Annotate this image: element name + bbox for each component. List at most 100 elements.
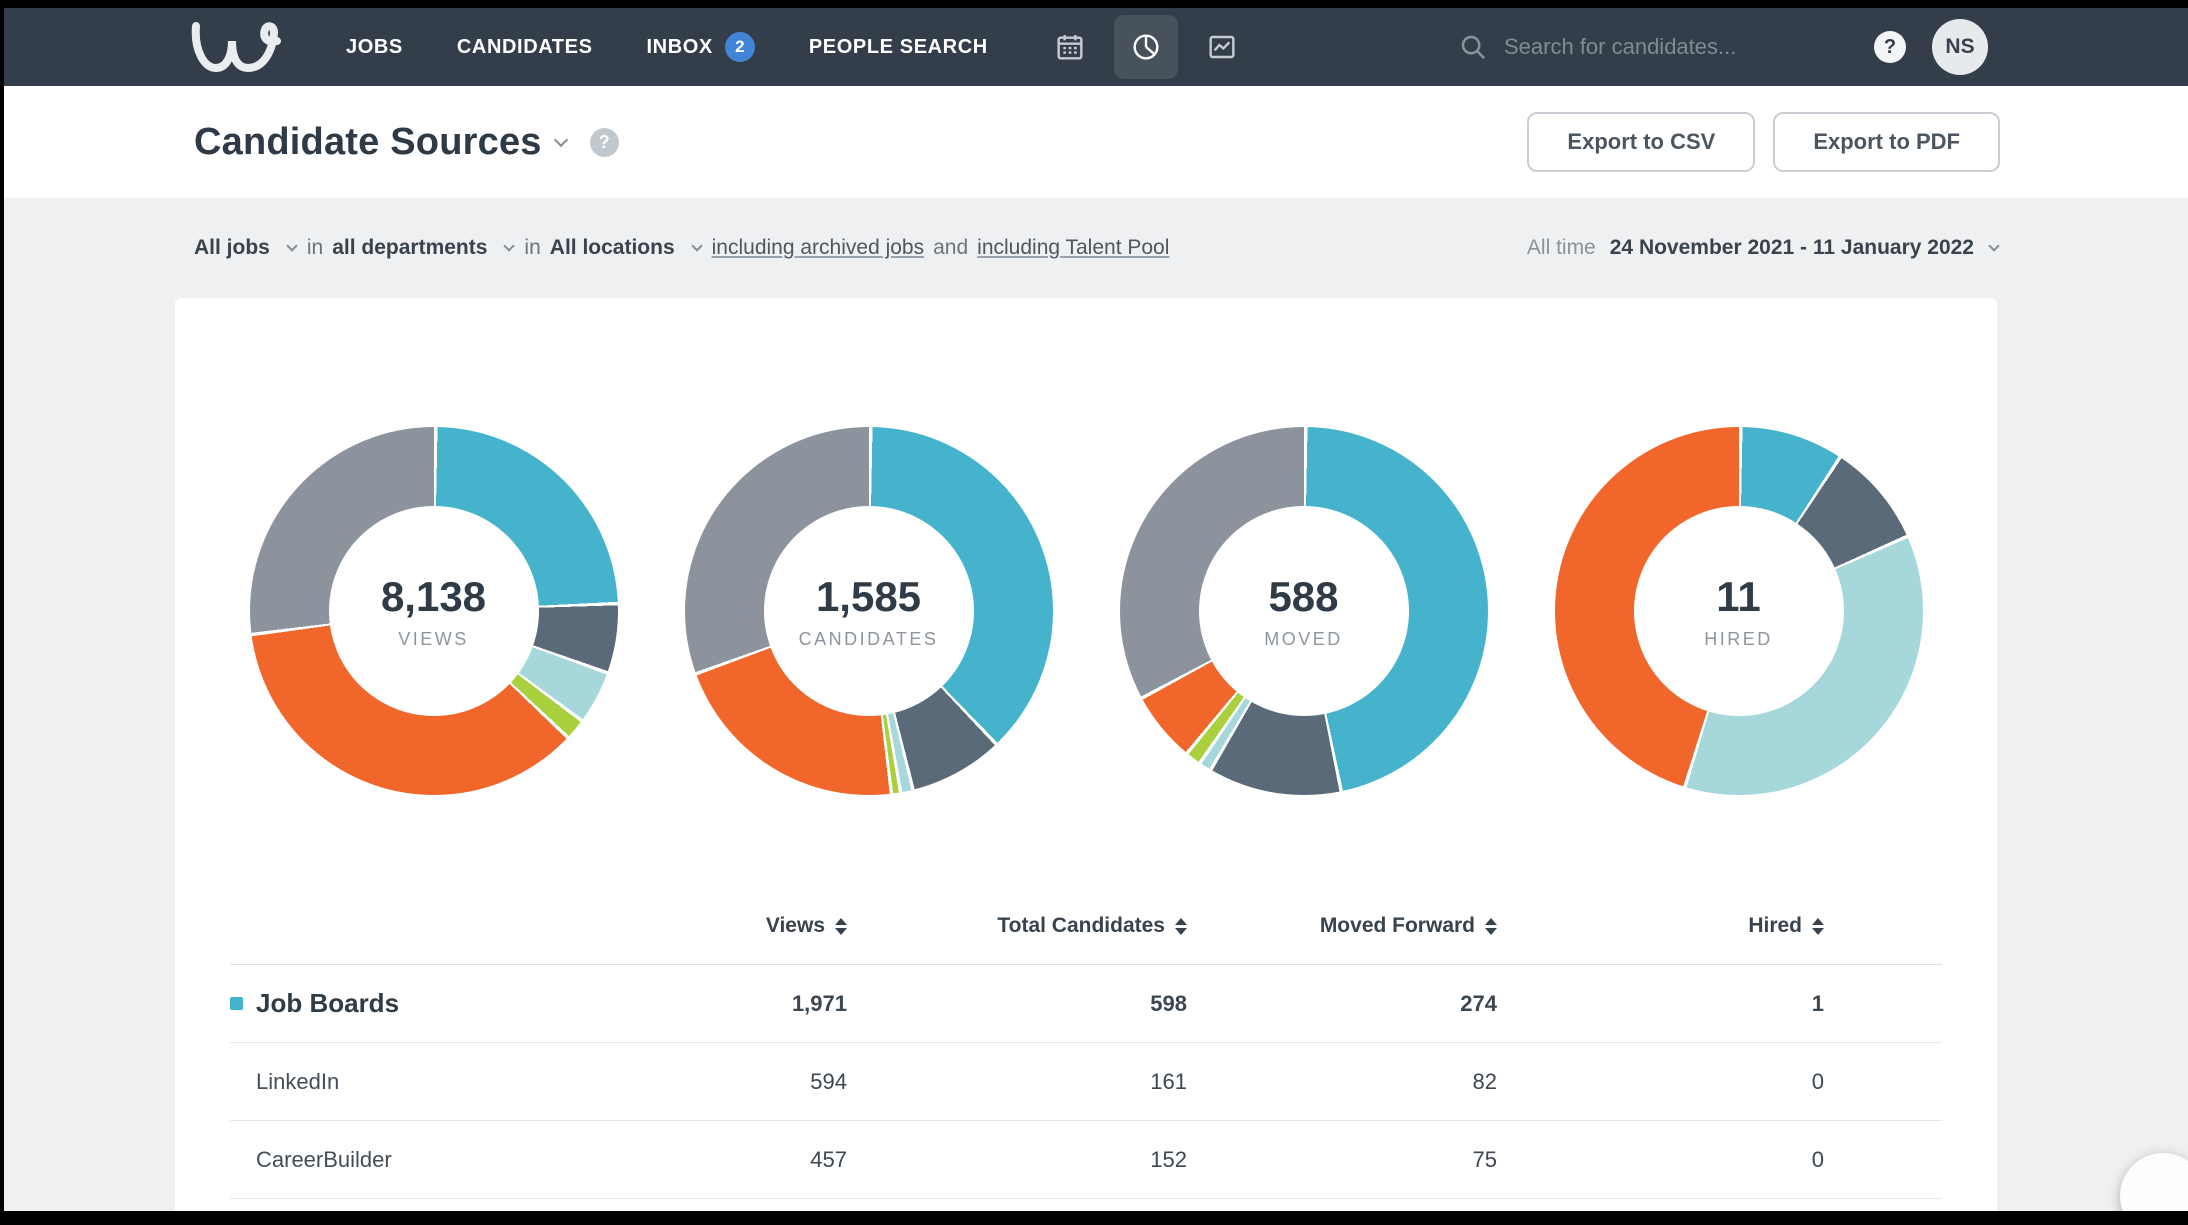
sort-icon	[1175, 918, 1187, 935]
top-navigation-bar: JOBS CANDIDATES INBOX 2 PEOPLE SEARCH	[4, 8, 2188, 86]
nav-item-people-search[interactable]: PEOPLE SEARCH	[809, 36, 988, 59]
archived-jobs-link[interactable]: including archived jobs	[712, 236, 924, 260]
views-value: 594	[477, 1069, 847, 1095]
views-header-label: Views	[766, 914, 825, 938]
table-header-row: Views Total Candidates Moved Forward Hir…	[230, 888, 1942, 965]
views-value: 1,971	[477, 991, 847, 1017]
nav-menu: JOBS CANDIDATES INBOX 2 PEOPLE SEARCH	[346, 32, 988, 62]
source-name-cell: CareerBuilder	[230, 1147, 477, 1173]
moved-forward-value: 274	[1187, 991, 1497, 1017]
moved-forward-value: 75	[1187, 1147, 1497, 1173]
report-card: 8,138 VIEWS 1,585 CANDIDATES 588 MOVED	[175, 298, 1997, 1211]
candidates-metric-label: CANDIDATES	[799, 629, 939, 650]
trends-chart-icon[interactable]	[1190, 15, 1254, 79]
views-donut-center: 8,138 VIEWS	[329, 506, 539, 716]
table-row-linkedin[interactable]: LinkedIn 594 161 82 0	[230, 1043, 1942, 1121]
jobs-chevron-down-icon[interactable]	[286, 240, 297, 251]
global-search	[1458, 32, 1834, 62]
moved-donut-center: 588 MOVED	[1199, 506, 1409, 716]
talent-pool-link[interactable]: including Talent Pool	[977, 236, 1169, 260]
date-range-chevron-down-icon[interactable]	[1988, 240, 1999, 251]
views-donut-chart[interactable]: 8,138 VIEWS	[250, 427, 618, 795]
search-input[interactable]	[1504, 34, 1834, 60]
hired-value: 0	[1497, 1069, 1824, 1095]
nav-item-candidates[interactable]: CANDIDATES	[457, 36, 593, 59]
hired-total: 11	[1716, 573, 1760, 621]
filter-all-jobs[interactable]: All jobs	[194, 236, 270, 260]
avatar[interactable]: NS	[1932, 19, 1988, 75]
filter-departments[interactable]: all departments	[332, 236, 487, 260]
hired-value: 0	[1497, 1147, 1824, 1173]
sort-icon	[1812, 918, 1824, 935]
views-column-header[interactable]: Views	[477, 914, 847, 938]
locations-chevron-down-icon[interactable]	[691, 240, 702, 251]
filter-conjunction: and	[933, 236, 968, 260]
candidates-donut-chart[interactable]: 1,585 CANDIDATES	[685, 427, 1053, 795]
help-glyph: ?	[1884, 36, 1896, 59]
candidates-donut-center: 1,585 CANDIDATES	[764, 506, 974, 716]
total-candidates-header-label: Total Candidates	[997, 914, 1165, 938]
calendar-icon[interactable]	[1038, 15, 1102, 79]
source-group-name[interactable]: Job Boards	[256, 988, 399, 1019]
export-buttons: Export to CSV Export to PDF	[1527, 112, 2000, 172]
total-candidates-column-header[interactable]: Total Candidates	[847, 914, 1187, 938]
date-range-preset: All time	[1527, 236, 1596, 260]
moved-donut-chart[interactable]: 588 MOVED	[1120, 427, 1488, 795]
title-chevron-down-icon[interactable]	[554, 133, 568, 147]
moved-forward-header-label: Moved Forward	[1320, 914, 1475, 938]
page-header: Candidate Sources ? Export to CSV Export…	[4, 86, 2188, 198]
nav-item-jobs[interactable]: JOBS	[346, 36, 403, 59]
browser-viewport: JOBS CANDIDATES INBOX 2 PEOPLE SEARCH	[4, 8, 2188, 1211]
donut-chart-row: 8,138 VIEWS 1,585 CANDIDATES 588 MOVED	[175, 298, 1997, 795]
app-window: JOBS CANDIDATES INBOX 2 PEOPLE SEARCH	[0, 0, 2188, 1225]
hired-value: 1	[1497, 991, 1824, 1017]
job-boards-legend-swatch	[230, 997, 243, 1010]
inbox-count-badge: 2	[725, 32, 755, 62]
moved-total: 588	[1268, 573, 1338, 621]
export-pdf-button[interactable]: Export to PDF	[1773, 112, 2000, 172]
departments-chevron-down-icon[interactable]	[504, 240, 515, 251]
export-csv-button[interactable]: Export to CSV	[1527, 112, 1755, 172]
source-name[interactable]: LinkedIn	[230, 1069, 339, 1095]
views-metric-label: VIEWS	[398, 629, 469, 650]
table-row-partial[interactable]: Indeed 455 145 76 0	[230, 1199, 1942, 1211]
filter-bar: All jobs in all departments in All locat…	[4, 198, 2188, 298]
report-help-icon[interactable]: ?	[590, 128, 619, 157]
hired-donut-center: 11 HIRED	[1634, 506, 1844, 716]
filter-conjunction: in	[307, 236, 323, 260]
filter-locations[interactable]: All locations	[550, 236, 675, 260]
sources-table: Views Total Candidates Moved Forward Hir…	[230, 888, 1942, 1211]
moved-forward-column-header[interactable]: Moved Forward	[1187, 914, 1497, 938]
views-total: 8,138	[381, 573, 486, 621]
sort-icon	[1485, 918, 1497, 935]
total-candidates-value: 161	[847, 1069, 1187, 1095]
help-icon[interactable]: ?	[1874, 31, 1906, 63]
report-help-glyph: ?	[599, 132, 610, 153]
nav-candidates-label: CANDIDATES	[457, 36, 593, 59]
nav-icon-group	[1038, 15, 1254, 79]
search-icon	[1458, 32, 1488, 62]
moved-metric-label: MOVED	[1264, 629, 1343, 650]
hired-header-label: Hired	[1748, 914, 1802, 938]
nav-item-inbox[interactable]: INBOX 2	[647, 32, 755, 62]
views-value: 457	[477, 1147, 847, 1173]
total-candidates-value: 152	[847, 1147, 1187, 1173]
scope-filters: All jobs in all departments in All locat…	[194, 236, 1169, 260]
nav-people-search-label: PEOPLE SEARCH	[809, 36, 988, 59]
hired-column-header[interactable]: Hired	[1497, 914, 1824, 938]
nav-jobs-label: JOBS	[346, 36, 403, 59]
hired-donut-chart[interactable]: 11 HIRED	[1555, 427, 1923, 795]
avatar-initials: NS	[1945, 35, 1974, 59]
candidates-total: 1,585	[816, 573, 921, 621]
source-name[interactable]: CareerBuilder	[230, 1147, 392, 1173]
table-row-careerbuilder[interactable]: CareerBuilder 457 152 75 0	[230, 1121, 1942, 1199]
floating-widget-button[interactable]	[2120, 1153, 2188, 1211]
sort-icon	[835, 918, 847, 935]
page-title: Candidate Sources	[194, 121, 542, 164]
date-range-value: 24 November 2021 - 11 January 2022	[1610, 236, 1974, 260]
workable-logo[interactable]	[190, 20, 282, 74]
date-range-filter[interactable]: All time 24 November 2021 - 11 January 2…	[1527, 236, 2000, 260]
reports-pie-chart-icon[interactable]	[1114, 15, 1178, 79]
table-row-job-boards[interactable]: Job Boards 1,971 598 274 1	[230, 965, 1942, 1043]
moved-forward-value: 82	[1187, 1069, 1497, 1095]
